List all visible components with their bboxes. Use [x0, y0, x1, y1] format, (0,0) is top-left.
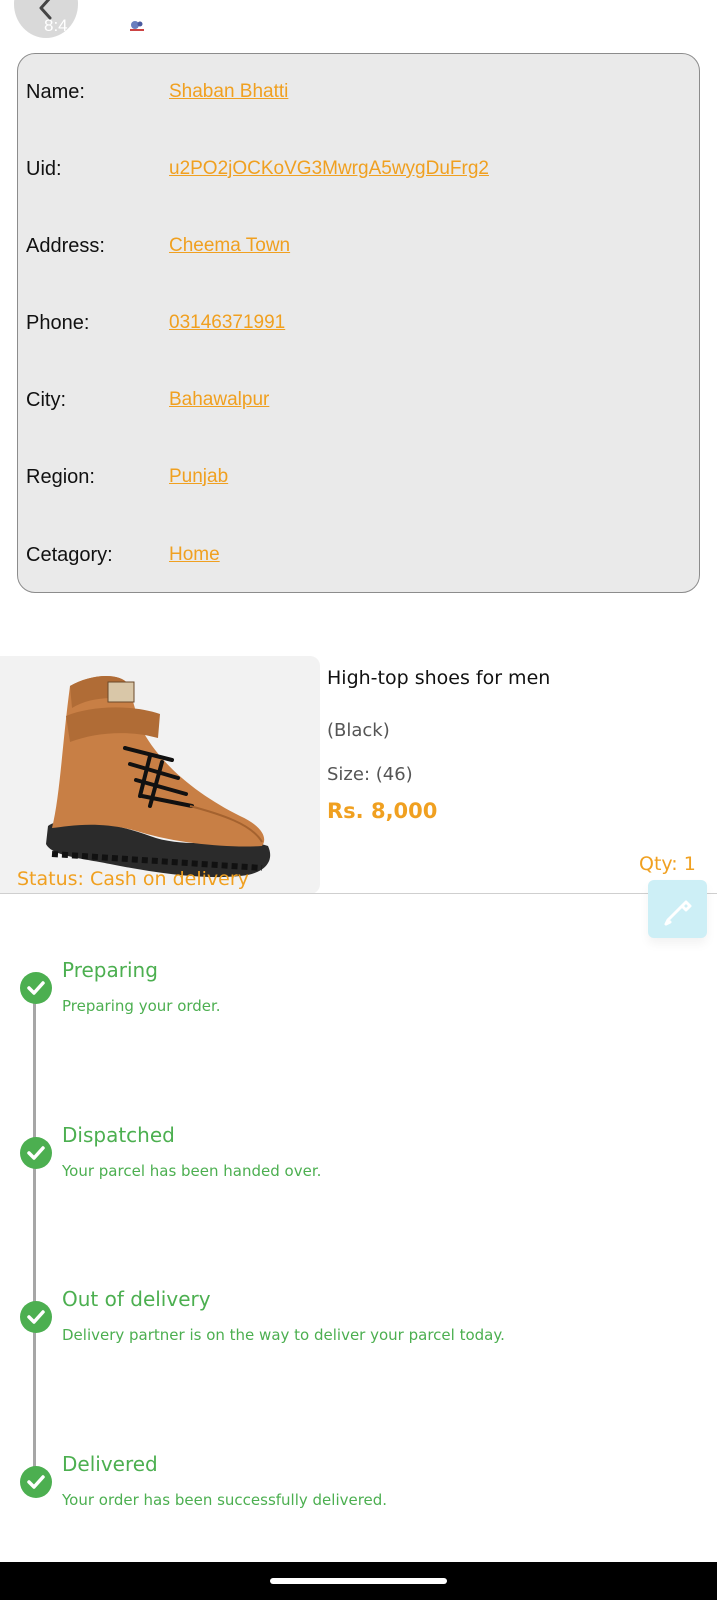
step-desc-delivered: Your order has been successfully deliver… — [62, 1491, 388, 1509]
address-value-link[interactable]: Cheema Town — [169, 235, 290, 257]
product-image-card[interactable] — [0, 656, 320, 894]
timeline-line — [33, 990, 36, 1480]
address-label: Address: — [26, 235, 105, 257]
info-row-name: Name: Shaban Bhatti — [26, 81, 689, 111]
info-row-city: City: Bahawalpur — [26, 389, 689, 419]
info-row-address: Address: Cheema Town — [26, 235, 689, 265]
city-value-link[interactable]: Bahawalpur — [169, 389, 269, 411]
check-circle-icon — [20, 1137, 52, 1169]
check-circle-icon — [20, 1301, 52, 1333]
phone-label: Phone: — [26, 312, 90, 334]
city-label: City: — [26, 389, 66, 411]
product-title: High-top shoes for men — [327, 667, 551, 689]
name-value-link[interactable]: Shaban Bhatti — [169, 81, 288, 103]
product-size: Size: (46) — [327, 764, 413, 785]
check-circle-icon — [20, 972, 52, 1004]
step-title-dispatched: Dispatched — [62, 1123, 175, 1147]
region-label: Region: — [26, 466, 95, 488]
info-row-region: Region: Punjab — [26, 466, 689, 496]
product-color: (Black) — [327, 720, 390, 741]
product-price: Rs. 8,000 — [327, 799, 438, 823]
phone-value-link[interactable]: 03146371991 — [169, 312, 285, 334]
uid-label: Uid: — [26, 158, 62, 180]
step-desc-preparing: Preparing your order. — [62, 997, 221, 1015]
status-time: 8:4 — [44, 16, 68, 35]
shoe-image — [46, 675, 271, 878]
home-gesture-handle[interactable] — [270, 1578, 447, 1584]
customer-info-card: Name: Shaban Bhatti Uid: u2PO2jOCKoVG3Mw… — [17, 53, 700, 593]
step-desc-out-of-delivery: Delivery partner is on the way to delive… — [62, 1326, 505, 1344]
step-title-preparing: Preparing — [62, 958, 158, 982]
product-quantity: Qty: 1 — [639, 853, 696, 875]
info-row-category: Cetagory: Home — [26, 544, 689, 574]
info-row-uid: Uid: u2PO2jOCKoVG3MwrgA5wygDuFrg2 — [26, 158, 689, 188]
edit-pen-icon — [664, 900, 692, 926]
category-value-link[interactable]: Home — [169, 544, 220, 566]
step-title-delivered: Delivered — [62, 1452, 158, 1476]
step-desc-dispatched: Your parcel has been handed over. — [62, 1162, 322, 1180]
notification-icon — [130, 21, 144, 31]
name-label: Name: — [26, 81, 85, 103]
divider — [0, 893, 717, 894]
check-circle-icon — [20, 1466, 52, 1498]
uid-value-link[interactable]: u2PO2jOCKoVG3MwrgA5wygDuFrg2 — [169, 158, 489, 180]
edit-button[interactable] — [648, 880, 707, 938]
category-label: Cetagory: — [26, 544, 113, 566]
info-row-phone: Phone: 03146371991 — [26, 312, 689, 342]
order-status: Status: Cash on delivery — [17, 868, 249, 890]
region-value-link[interactable]: Punjab — [169, 466, 228, 488]
step-title-out-of-delivery: Out of delivery — [62, 1287, 211, 1311]
